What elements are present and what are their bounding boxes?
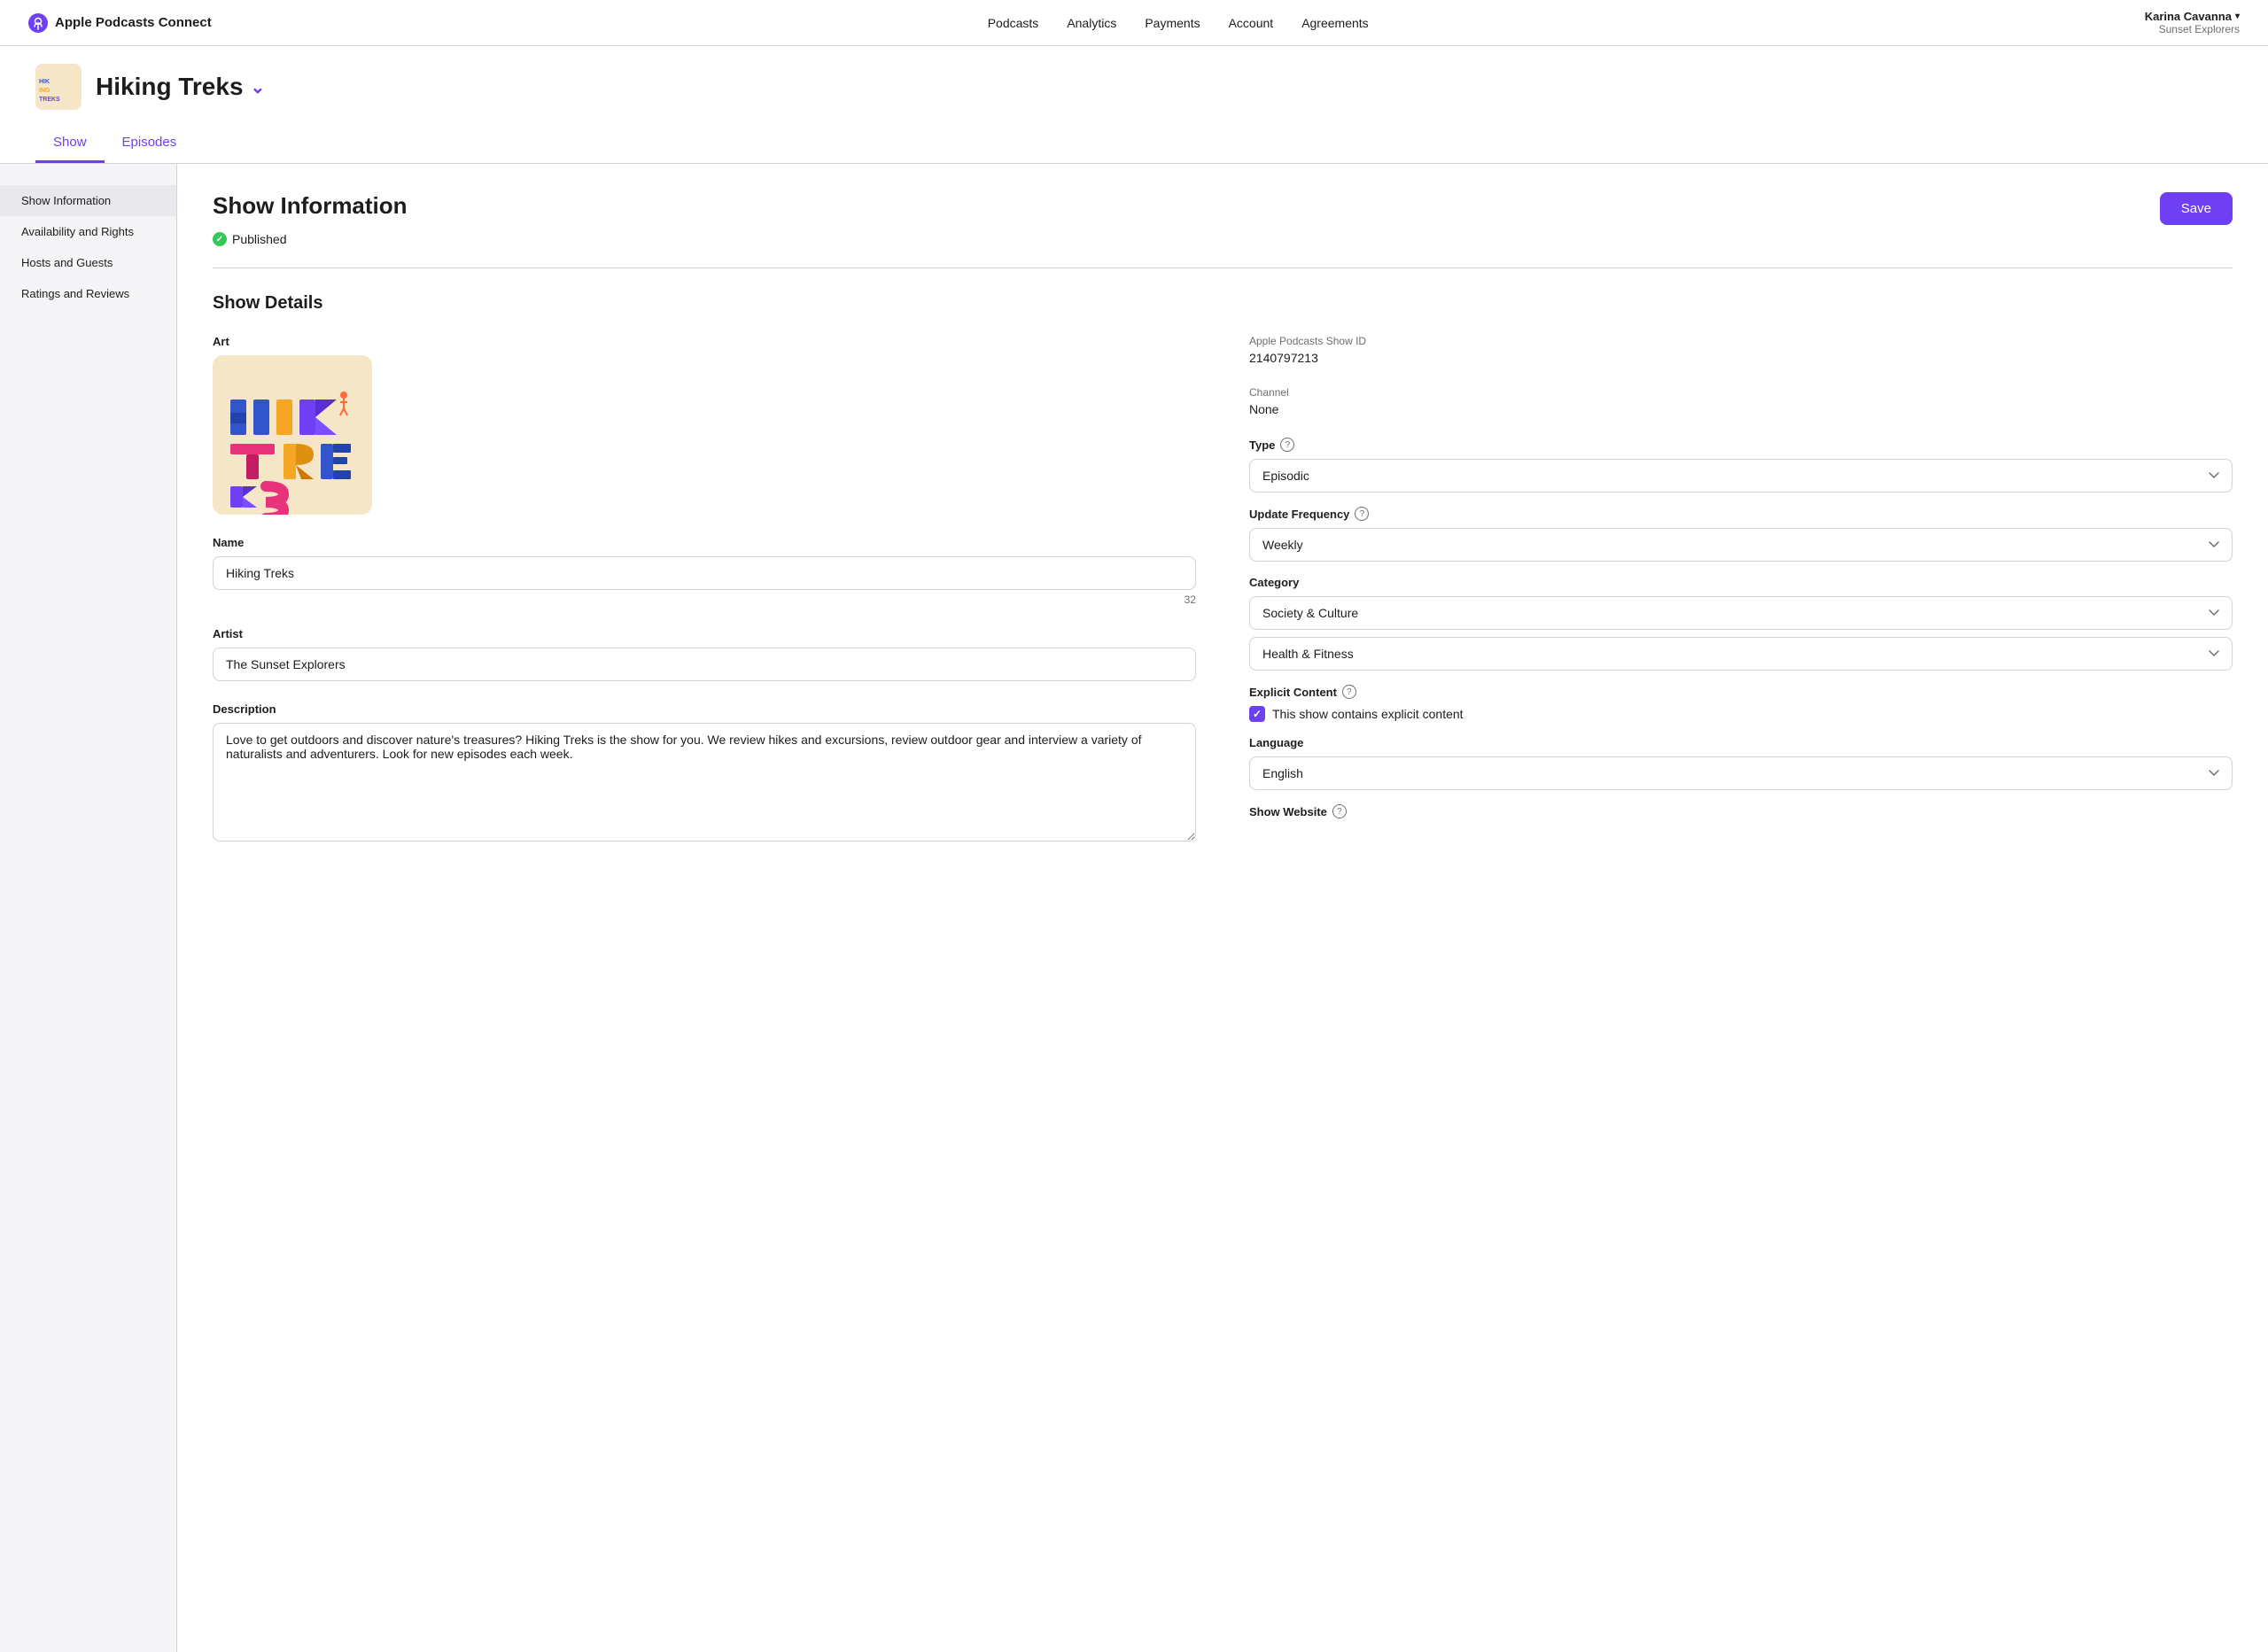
sidebar-item-show-information[interactable]: Show Information (0, 185, 176, 216)
status-badge: Published (232, 232, 287, 246)
channel-value: None (1249, 402, 2233, 416)
explicit-checkbox[interactable] (1249, 706, 1265, 722)
tab-episodes[interactable]: Episodes (105, 124, 195, 163)
update-freq-help-icon[interactable]: ? (1355, 507, 1369, 521)
svg-text:HIK: HIK (39, 79, 50, 85)
save-button[interactable]: Save (2160, 192, 2233, 225)
type-label: Type ? (1249, 438, 2233, 452)
artist-field-group: Artist (213, 627, 1196, 681)
user-name: Karina Cavanna ▾ (2145, 10, 2240, 23)
art-label: Art (213, 335, 1196, 348)
language-label: Language (1249, 736, 2233, 749)
podcast-header: HIK ING TREKS Hiking Treks ⌄ Show Episod… (0, 46, 2268, 164)
brand-label: Apple Podcasts Connect (55, 15, 212, 30)
nav-agreements[interactable]: Agreements (1301, 2, 1368, 44)
nav-account[interactable]: Account (1229, 2, 1274, 44)
category-select-2[interactable]: Society & Culture Health & Fitness Techn… (1249, 637, 2233, 671)
website-field-group: Show Website ? (1249, 804, 2233, 818)
artist-input[interactable] (213, 648, 1196, 681)
page-title: Show Information (213, 192, 408, 220)
channel-group: Channel None (1249, 386, 2233, 416)
show-details-title: Show Details (213, 293, 2233, 314)
published-status-icon (213, 232, 227, 246)
sidebar-item-hosts[interactable]: Hosts and Guests (0, 247, 176, 278)
podcast-name-chevron-icon: ⌄ (251, 76, 266, 98)
type-select[interactable]: Episodic Serial (1249, 459, 2233, 492)
podcast-tabs: Show Episodes (35, 124, 2233, 163)
category-select-1[interactable]: Society & Culture Health & Fitness Techn… (1249, 596, 2233, 630)
left-column: Art (213, 335, 1196, 865)
description-field-group: Description Love to get outdoors and dis… (213, 702, 1196, 844)
update-freq-field-group: Update Frequency ? Daily Weekly Biweekly… (1249, 507, 2233, 562)
category-label: Category (1249, 576, 2233, 589)
website-label: Show Website ? (1249, 804, 2233, 818)
language-field-group: Language English Spanish French German (1249, 736, 2233, 790)
nav-links: Podcasts Analytics Payments Account Agre… (247, 2, 2109, 44)
page-header: Show Information Save (213, 192, 2233, 225)
apple-podcasts-icon (28, 13, 48, 33)
type-field-group: Type ? Episodic Serial (1249, 438, 2233, 492)
channel-label: Channel (1249, 386, 2233, 399)
sidebar: Show Information Availability and Rights… (0, 164, 177, 1652)
language-select[interactable]: English Spanish French German (1249, 756, 2233, 790)
nav-payments[interactable]: Payments (1145, 2, 1200, 44)
name-input[interactable] (213, 556, 1196, 590)
user-menu[interactable]: Karina Cavanna ▾ Sunset Explorers (2145, 10, 2240, 35)
content-area: Show Information Save Published Show Det… (177, 164, 2268, 1652)
status-row: Published (213, 232, 2233, 246)
nav-analytics[interactable]: Analytics (1067, 2, 1116, 44)
char-count: 32 (213, 593, 1196, 606)
explicit-checkbox-label: This show contains explicit content (1272, 707, 1464, 721)
main-layout: Show Information Availability and Rights… (0, 164, 2268, 1652)
podcast-name[interactable]: Hiking Treks ⌄ (96, 73, 265, 101)
type-help-icon[interactable]: ? (1280, 438, 1294, 452)
svg-text:TREKS: TREKS (39, 97, 60, 103)
nav-podcasts[interactable]: Podcasts (988, 2, 1039, 44)
chevron-down-icon: ▾ (2235, 12, 2240, 21)
show-id-group: Apple Podcasts Show ID 2140797213 (1249, 335, 2233, 365)
details-grid: Art (213, 335, 2233, 865)
podcast-title-row: HIK ING TREKS Hiking Treks ⌄ (35, 64, 2233, 110)
brand[interactable]: Apple Podcasts Connect (28, 13, 212, 33)
explicit-content-group: Explicit Content ? This show contains ex… (1249, 685, 2233, 722)
category-field-group: Category Society & Culture Health & Fitn… (1249, 576, 2233, 671)
description-input[interactable]: Love to get outdoors and discover nature… (213, 723, 1196, 842)
tab-show[interactable]: Show (35, 124, 105, 163)
name-label: Name (213, 536, 1196, 549)
user-subtitle: Sunset Explorers (2159, 23, 2240, 35)
explicit-help-icon[interactable]: ? (1342, 685, 1356, 699)
name-field-group: Name 32 (213, 536, 1196, 606)
update-freq-select[interactable]: Daily Weekly Biweekly Monthly (1249, 528, 2233, 562)
explicit-checkbox-row: This show contains explicit content (1249, 706, 2233, 722)
artist-label: Artist (213, 627, 1196, 640)
sidebar-item-ratings[interactable]: Ratings and Reviews (0, 278, 176, 309)
right-column: Apple Podcasts Show ID 2140797213 Channe… (1249, 335, 2233, 865)
show-art[interactable] (213, 355, 372, 515)
description-label: Description (213, 702, 1196, 716)
explicit-label: Explicit Content ? (1249, 685, 2233, 699)
show-id-value: 2140797213 (1249, 351, 2233, 365)
podcast-thumbnail: HIK ING TREKS (35, 64, 82, 110)
top-nav: Apple Podcasts Connect Podcasts Analytic… (0, 0, 2268, 46)
art-field-group: Art (213, 335, 1196, 515)
sidebar-item-availability[interactable]: Availability and Rights (0, 216, 176, 247)
update-freq-label: Update Frequency ? (1249, 507, 2233, 521)
website-help-icon[interactable]: ? (1332, 804, 1347, 818)
svg-text:ING: ING (39, 88, 50, 94)
show-id-label: Apple Podcasts Show ID (1249, 335, 2233, 347)
